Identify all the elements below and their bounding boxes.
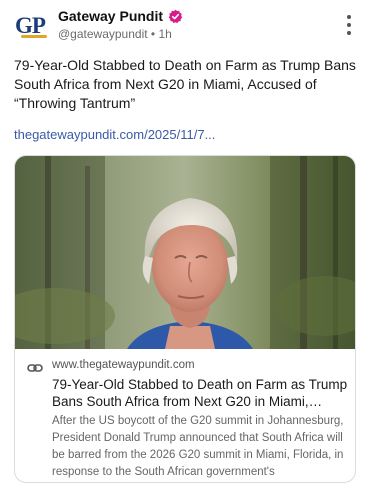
author-name[interactable]: Gateway Pundit [58,8,163,24]
more-vertical-icon[interactable] [346,15,352,35]
post-time: 1h [158,27,172,41]
post-link[interactable]: thegatewaypundit.com/2025/11/7... [14,127,215,142]
card-domain: www.thegatewaypundit.com [52,359,195,371]
card-body: www.thegatewaypundit.com 79-Year-Old Sta… [15,349,355,482]
link-icon [27,364,43,372]
author-row: Gateway Pundit [58,8,183,24]
article-photo [15,156,355,349]
menu-dot [347,15,351,19]
avatar-logo: GP [15,13,48,39]
link-preview-card[interactable]: www.thegatewaypundit.com 79-Year-Old Sta… [14,155,356,483]
menu-dot [347,23,351,27]
post-header: GP Gateway Pundit @gatewaypundit • 1h [0,0,370,50]
verified-badge-icon [168,9,183,23]
handle-row: @gatewaypundit • 1h [58,27,172,41]
avatar[interactable]: GP [12,8,48,44]
avatar-logo-underline [21,35,48,38]
post-text: 79-Year-Old Stabbed to Death on Farm as … [14,57,356,111]
menu-dot [347,31,351,35]
card-description: After the US boycott of the G20 summit i… [52,415,344,478]
author-handle[interactable]: @gatewaypundit [58,27,148,41]
card-title[interactable]: 79-Year-Old Stabbed to Death on Farm as … [52,376,348,410]
separator-dot: • [150,27,156,41]
